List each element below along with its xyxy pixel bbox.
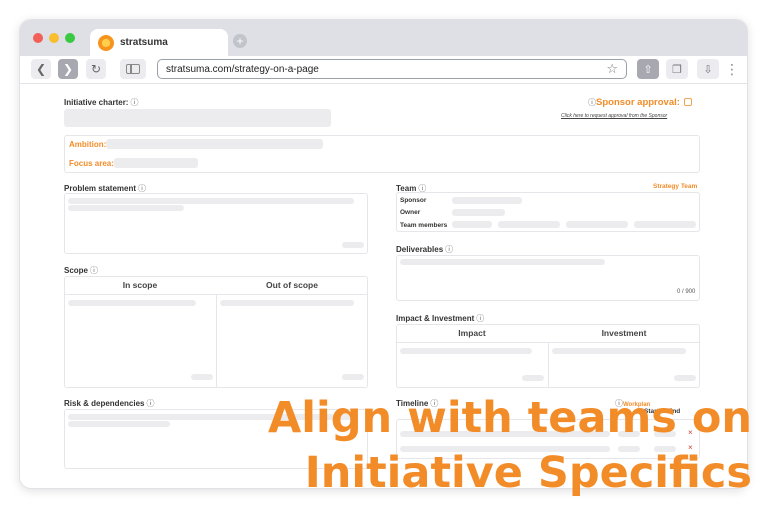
- impact-input[interactable]: [400, 348, 532, 354]
- reload-icon: ↻: [90, 62, 102, 76]
- in-scope-header: In scope: [122, 280, 158, 290]
- star-icon[interactable]: ☆: [606, 61, 618, 77]
- info-icon[interactable]: ⓘ: [588, 98, 596, 107]
- browser-toolbar: ❮ ❯ ↻ stratsuma.com/strategy-on-a-page ☆…: [20, 56, 747, 84]
- focus-area-label: Focus area:: [69, 159, 114, 168]
- upload-icon: ⇧: [643, 63, 653, 76]
- request-approval-link[interactable]: Click here to request approval from the …: [561, 113, 667, 119]
- placeholder-line: [191, 374, 213, 380]
- tab-title: stratsuma: [120, 37, 168, 48]
- sponsor-input[interactable]: [452, 197, 522, 204]
- forward-button[interactable]: ❯: [58, 59, 78, 79]
- forward-icon: ❯: [62, 62, 74, 76]
- download-button[interactable]: ⇩: [697, 59, 719, 79]
- reload-button[interactable]: ↻: [86, 59, 106, 79]
- back-button[interactable]: ❮: [31, 59, 51, 79]
- focus-area-input[interactable]: [114, 158, 198, 168]
- team-member-input[interactable]: [634, 221, 696, 228]
- ambition-input[interactable]: [106, 139, 323, 149]
- initiative-charter-label: Initiative charter: ⓘ: [64, 98, 139, 107]
- maximize-window-button[interactable]: [65, 33, 75, 43]
- sidebar-icon: [126, 64, 140, 74]
- placeholder-line: [68, 198, 354, 204]
- sponsor-approval-label: ⓘSponsor approval:: [586, 97, 692, 108]
- placeholder-line: [68, 205, 184, 211]
- team-member-input[interactable]: [452, 221, 492, 228]
- team-member-input[interactable]: [498, 221, 560, 228]
- info-icon[interactable]: ⓘ: [138, 184, 146, 193]
- headline-line-1: Align with teams on: [268, 393, 752, 443]
- minimize-window-button[interactable]: [49, 33, 59, 43]
- deliverables-counter: 0 / 900: [677, 289, 696, 295]
- investment-input[interactable]: [552, 348, 686, 354]
- copy-button[interactable]: ❐: [666, 59, 688, 79]
- close-window-button[interactable]: [33, 33, 43, 43]
- title-bar: stratsuma +: [20, 20, 747, 56]
- team-member-input[interactable]: [566, 221, 628, 228]
- risk-dependencies-label: Risk & dependencies ⓘ: [64, 399, 155, 408]
- impact-investment-label: Impact & Investment ⓘ: [396, 314, 485, 323]
- more-icon: ⋮: [725, 60, 739, 77]
- placeholder-line: [342, 242, 364, 248]
- divider: [548, 342, 549, 388]
- team-row-sponsor: Sponsor: [400, 197, 427, 204]
- out-of-scope-input[interactable]: [220, 300, 354, 306]
- investment-header: Investment: [601, 328, 647, 338]
- info-icon[interactable]: ⓘ: [146, 399, 154, 408]
- address-bar[interactable]: stratsuma.com/strategy-on-a-page ☆: [157, 59, 627, 79]
- new-tab-button[interactable]: +: [233, 34, 247, 48]
- team-row-members: Team members: [400, 222, 448, 229]
- initiative-charter-input[interactable]: [64, 109, 331, 127]
- ambition-label: Ambition:: [69, 140, 107, 149]
- back-icon: ❮: [35, 62, 47, 76]
- placeholder-line: [68, 421, 170, 427]
- upload-button[interactable]: ⇧: [637, 59, 659, 79]
- placeholder-line: [342, 374, 364, 380]
- copy-icon: ❐: [672, 63, 682, 76]
- more-menu-button[interactable]: ⋮: [725, 59, 739, 79]
- team-row-owner: Owner: [400, 209, 421, 216]
- scope-label: Scope ⓘ: [64, 266, 99, 275]
- in-scope-input[interactable]: [68, 300, 196, 306]
- stratsuma-logo-icon: [98, 34, 114, 51]
- info-icon[interactable]: ⓘ: [476, 314, 484, 323]
- sidebar-toggle-button[interactable]: [120, 59, 146, 79]
- info-icon[interactable]: ⓘ: [130, 98, 138, 107]
- headline-line-2: Initiative Specifics: [304, 448, 752, 498]
- impact-header: Impact: [458, 328, 486, 338]
- deliverables-label: Deliverables ⓘ: [396, 245, 454, 254]
- strategy-team-link[interactable]: Strategy Team: [653, 183, 697, 190]
- info-icon[interactable]: ⓘ: [445, 245, 453, 254]
- out-of-scope-header: Out of scope: [266, 280, 318, 290]
- owner-input[interactable]: [452, 209, 505, 216]
- download-icon: ⇩: [703, 63, 713, 76]
- placeholder-line: [400, 259, 605, 265]
- info-icon[interactable]: ⓘ: [90, 266, 98, 275]
- sponsor-approval-checkbox[interactable]: [683, 98, 692, 106]
- placeholder-line: [522, 375, 544, 381]
- browser-tab[interactable]: stratsuma: [90, 29, 228, 56]
- placeholder-line: [674, 375, 696, 381]
- divider: [216, 294, 217, 388]
- url-text: stratsuma.com/strategy-on-a-page: [166, 63, 319, 75]
